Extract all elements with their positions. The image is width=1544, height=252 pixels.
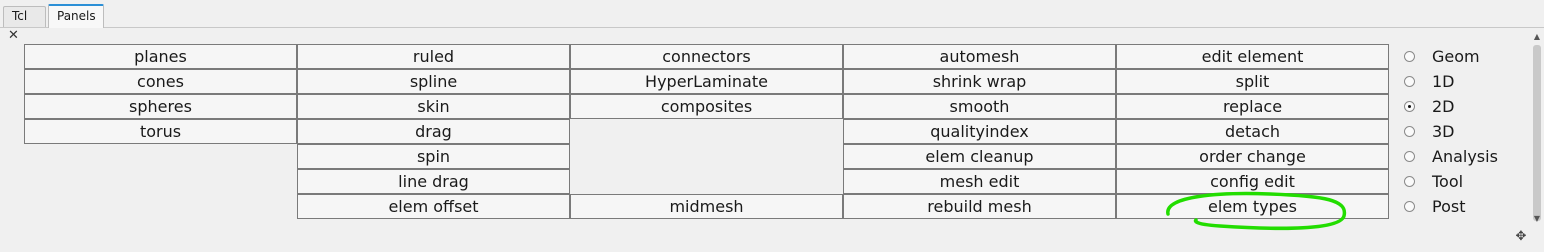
scrollbar-thumb[interactable] — [1533, 45, 1541, 221]
tab-divider — [0, 27, 1544, 28]
panel-button-smooth[interactable]: smooth — [843, 94, 1116, 119]
panel-button-line-drag[interactable]: line drag — [297, 169, 570, 194]
panel-button-shrink-wrap[interactable]: shrink wrap — [843, 69, 1116, 94]
panel-button-automesh[interactable]: automesh — [843, 44, 1116, 69]
page-option-analysis[interactable]: Analysis — [1404, 144, 1514, 169]
page-option-label: 2D — [1432, 97, 1455, 116]
page-option-post[interactable]: Post — [1404, 194, 1514, 219]
radio-button[interactable] — [1404, 51, 1415, 62]
tab-bar: Tcl Panels — [0, 0, 1544, 28]
panel-button-spline[interactable]: spline — [297, 69, 570, 94]
radio-button[interactable] — [1404, 126, 1415, 137]
page-option-1d[interactable]: 1D — [1404, 69, 1514, 94]
panel-button-composites[interactable]: composites — [570, 94, 843, 119]
panel-button-elem-cleanup[interactable]: elem cleanup — [843, 144, 1116, 169]
close-icon[interactable]: ✕ — [8, 29, 19, 43]
page-option-label: Geom — [1432, 47, 1480, 66]
panel-button-skin[interactable]: skin — [297, 94, 570, 119]
page-option-geom[interactable]: Geom — [1404, 44, 1514, 69]
arrow-up-icon[interactable]: ▲ — [1532, 32, 1542, 42]
page-option-label: 1D — [1432, 72, 1455, 91]
radio-button[interactable] — [1404, 176, 1415, 187]
panel-button-replace[interactable]: replace — [1116, 94, 1389, 119]
move-icon[interactable]: ✥ — [1514, 230, 1528, 244]
panel-button-cones[interactable]: cones — [24, 69, 297, 94]
panel-button-spheres[interactable]: spheres — [24, 94, 297, 119]
panel-button-connectors[interactable]: connectors — [570, 44, 843, 69]
panel-button-edit-element[interactable]: edit element — [1116, 44, 1389, 69]
page-option-tool[interactable]: Tool — [1404, 169, 1514, 194]
arrow-down-icon[interactable]: ▼ — [1532, 214, 1542, 224]
page-option-label: Post — [1432, 197, 1466, 216]
panel-button-split[interactable]: split — [1116, 69, 1389, 94]
panel-button-drag[interactable]: drag — [297, 119, 570, 144]
panel-button-mesh-edit[interactable]: mesh edit — [843, 169, 1116, 194]
tab-tcl[interactable]: Tcl — [3, 6, 46, 27]
page-option-2d[interactable]: 2D — [1404, 94, 1514, 119]
page-option-label: Analysis — [1432, 147, 1498, 166]
radio-button[interactable] — [1404, 76, 1415, 87]
panel-button-planes[interactable]: planes — [24, 44, 297, 69]
annotation-circle — [1166, 191, 1347, 231]
panel-button-torus[interactable]: torus — [24, 119, 297, 144]
panel-button-hyperlaminate[interactable]: HyperLaminate — [570, 69, 843, 94]
page-option-3d[interactable]: 3D — [1404, 119, 1514, 144]
page-option-label: 3D — [1432, 122, 1455, 141]
panel-button-elem-offset[interactable]: elem offset — [297, 194, 570, 219]
vertical-scrollbar[interactable]: ▲ ▼ — [1531, 32, 1544, 226]
tab-panels[interactable]: Panels — [48, 4, 104, 28]
panel-button-spin[interactable]: spin — [297, 144, 570, 169]
panel-button-order-change[interactable]: order change — [1116, 144, 1389, 169]
panel-button-detach[interactable]: detach — [1116, 119, 1389, 144]
radio-button-selected[interactable] — [1404, 101, 1415, 112]
panel-button-qualityindex[interactable]: qualityindex — [843, 119, 1116, 144]
panel-button-midmesh[interactable]: midmesh — [570, 194, 843, 219]
page-option-label: Tool — [1432, 172, 1464, 191]
radio-button[interactable] — [1404, 201, 1415, 212]
panel-button-ruled[interactable]: ruled — [297, 44, 570, 69]
panel-button-rebuild-mesh[interactable]: rebuild mesh — [843, 194, 1116, 219]
radio-button[interactable] — [1404, 151, 1415, 162]
